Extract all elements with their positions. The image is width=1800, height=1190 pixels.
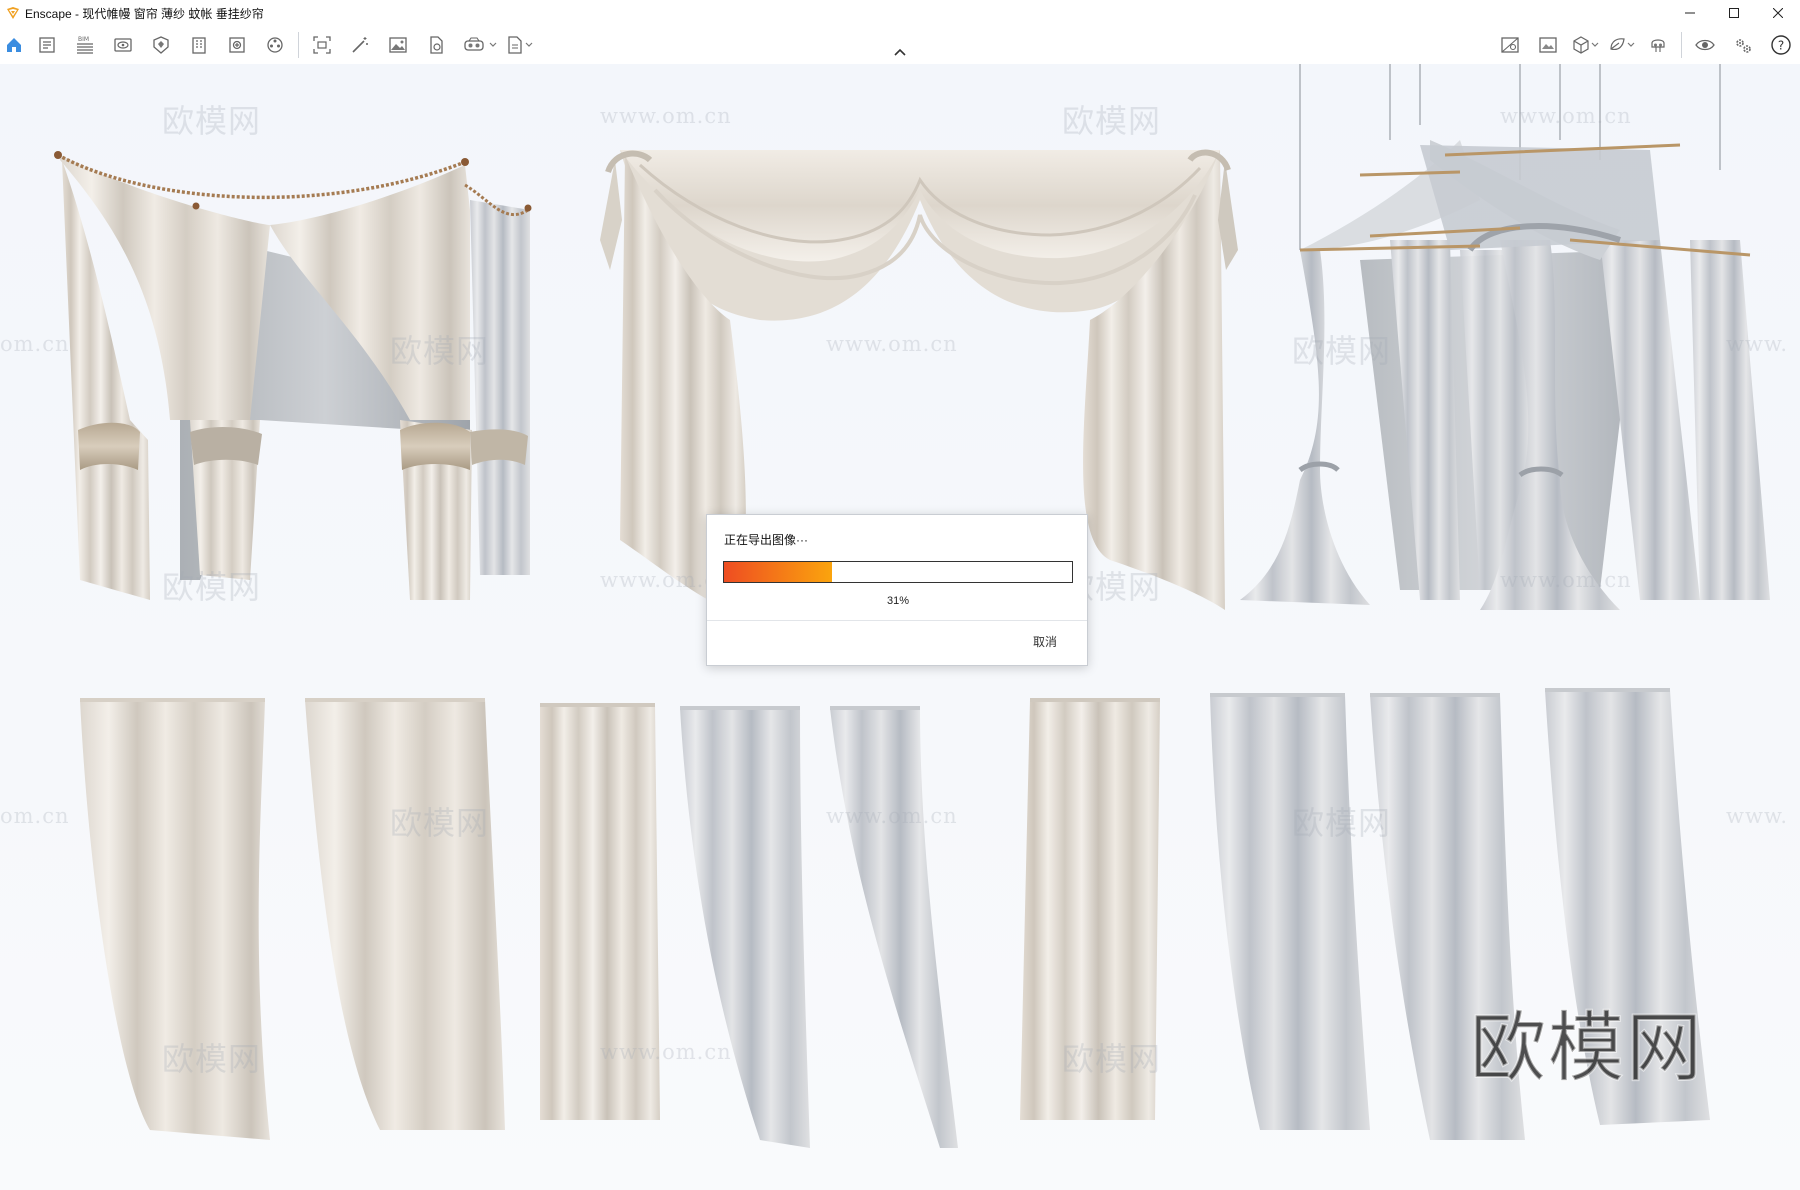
image-icon[interactable] xyxy=(379,26,417,64)
curtain-panel-5 xyxy=(830,706,958,1148)
home-icon[interactable] xyxy=(0,26,28,64)
toolbar-separator xyxy=(1681,32,1682,58)
visibility-icon[interactable] xyxy=(1686,26,1724,64)
title-bar: Enscape - 现代帷幔 窗帘 薄纱 蚊帐 垂挂纱帘 xyxy=(0,0,1800,26)
window-title: Enscape - 现代帷幔 窗帘 薄纱 蚊帐 垂挂纱帘 xyxy=(25,6,264,21)
view-icon[interactable] xyxy=(104,26,142,64)
materials-icon[interactable] xyxy=(256,26,294,64)
watermark-text: om.cn xyxy=(0,332,70,356)
watermark-text: 欧模网 xyxy=(390,332,490,370)
toolbar-left-group: BIM xyxy=(0,26,537,64)
watermark-text: www. xyxy=(1726,332,1789,356)
collapse-toolbar-chevron-up-icon[interactable] xyxy=(888,44,912,60)
brand-watermark: 欧模网 xyxy=(1469,1002,1704,1093)
watermark-text: www. xyxy=(1726,804,1789,828)
cube-dropdown-chevron-icon[interactable] xyxy=(1589,26,1601,64)
watermark-text: www.om.cn xyxy=(600,1040,732,1064)
export-status-message: 正在导出图像··· xyxy=(724,533,808,547)
watermark-text: 欧模网 xyxy=(1292,804,1392,842)
curtain-panel-7 xyxy=(1210,693,1370,1130)
enscape-window: Enscape - 现代帷幔 窗帘 薄纱 蚊帐 垂挂纱帘 BIM ? 欧模网 w… xyxy=(0,0,1800,1190)
vr-dropdown-chevron-icon[interactable] xyxy=(487,26,499,64)
window-controls xyxy=(1668,0,1800,26)
asset-library-icon[interactable] xyxy=(142,26,180,64)
bim-label: BIM xyxy=(78,36,89,43)
gallery-icon[interactable] xyxy=(1529,26,1567,64)
compare-icon[interactable] xyxy=(1491,26,1529,64)
watermark-text: 欧模网 xyxy=(162,102,262,140)
curtain-panel-2 xyxy=(305,698,505,1130)
dialog-divider xyxy=(707,620,1087,621)
export-progress-bar xyxy=(723,561,1073,583)
watermark-text: www.om.cn xyxy=(826,332,958,356)
watermark-text: www.om.cn xyxy=(1500,568,1632,592)
watermark-text: 欧模网 xyxy=(162,1040,262,1078)
section-dropdown-chevron-icon[interactable] xyxy=(1625,26,1637,64)
watermark-text: 欧模网 xyxy=(1292,332,1392,370)
screenshot-icon[interactable] xyxy=(303,26,341,64)
canopy-curtain-left xyxy=(54,151,532,600)
vr-headset-icon[interactable] xyxy=(1639,26,1677,64)
help-icon[interactable]: ? xyxy=(1762,26,1800,64)
render-settings-icon[interactable] xyxy=(417,26,455,64)
watermark-text: 欧模网 xyxy=(1062,1040,1162,1078)
export-dropdown-chevron-icon[interactable] xyxy=(523,26,535,64)
enscape-logo-icon xyxy=(5,5,21,21)
watermark-text: www.om.cn xyxy=(600,104,732,128)
maximize-button[interactable] xyxy=(1712,0,1756,26)
watermark-text: om.cn xyxy=(0,804,70,828)
cancel-button[interactable]: 取消 xyxy=(1033,633,1057,650)
export-progress-fill xyxy=(724,562,832,582)
curtain-panel-4 xyxy=(680,706,810,1148)
watermark-text: www.om.cn xyxy=(1500,104,1632,128)
watermark-text: 欧模网 xyxy=(162,568,262,606)
toolbar-separator xyxy=(298,32,299,58)
building-icon[interactable] xyxy=(180,26,218,64)
magic-wand-icon[interactable] xyxy=(341,26,379,64)
document-icon[interactable] xyxy=(28,26,66,64)
export-progress-percent: 31% xyxy=(886,595,910,607)
svg-text:?: ? xyxy=(1778,39,1784,53)
watermark-text: www.om.cn xyxy=(826,804,958,828)
watermark-text: 欧模网 xyxy=(390,804,490,842)
toolbar-right-group: ? xyxy=(1491,26,1800,64)
watermark-text: 欧模网 xyxy=(1062,102,1162,140)
render-export-icon[interactable] xyxy=(218,26,256,64)
settings-icon[interactable] xyxy=(1724,26,1762,64)
close-button[interactable] xyxy=(1756,0,1800,26)
export-progress-dialog: 正在导出图像··· 31% 取消 xyxy=(706,514,1088,666)
minimize-button[interactable] xyxy=(1668,0,1712,26)
bim-icon[interactable]: BIM xyxy=(66,26,104,64)
